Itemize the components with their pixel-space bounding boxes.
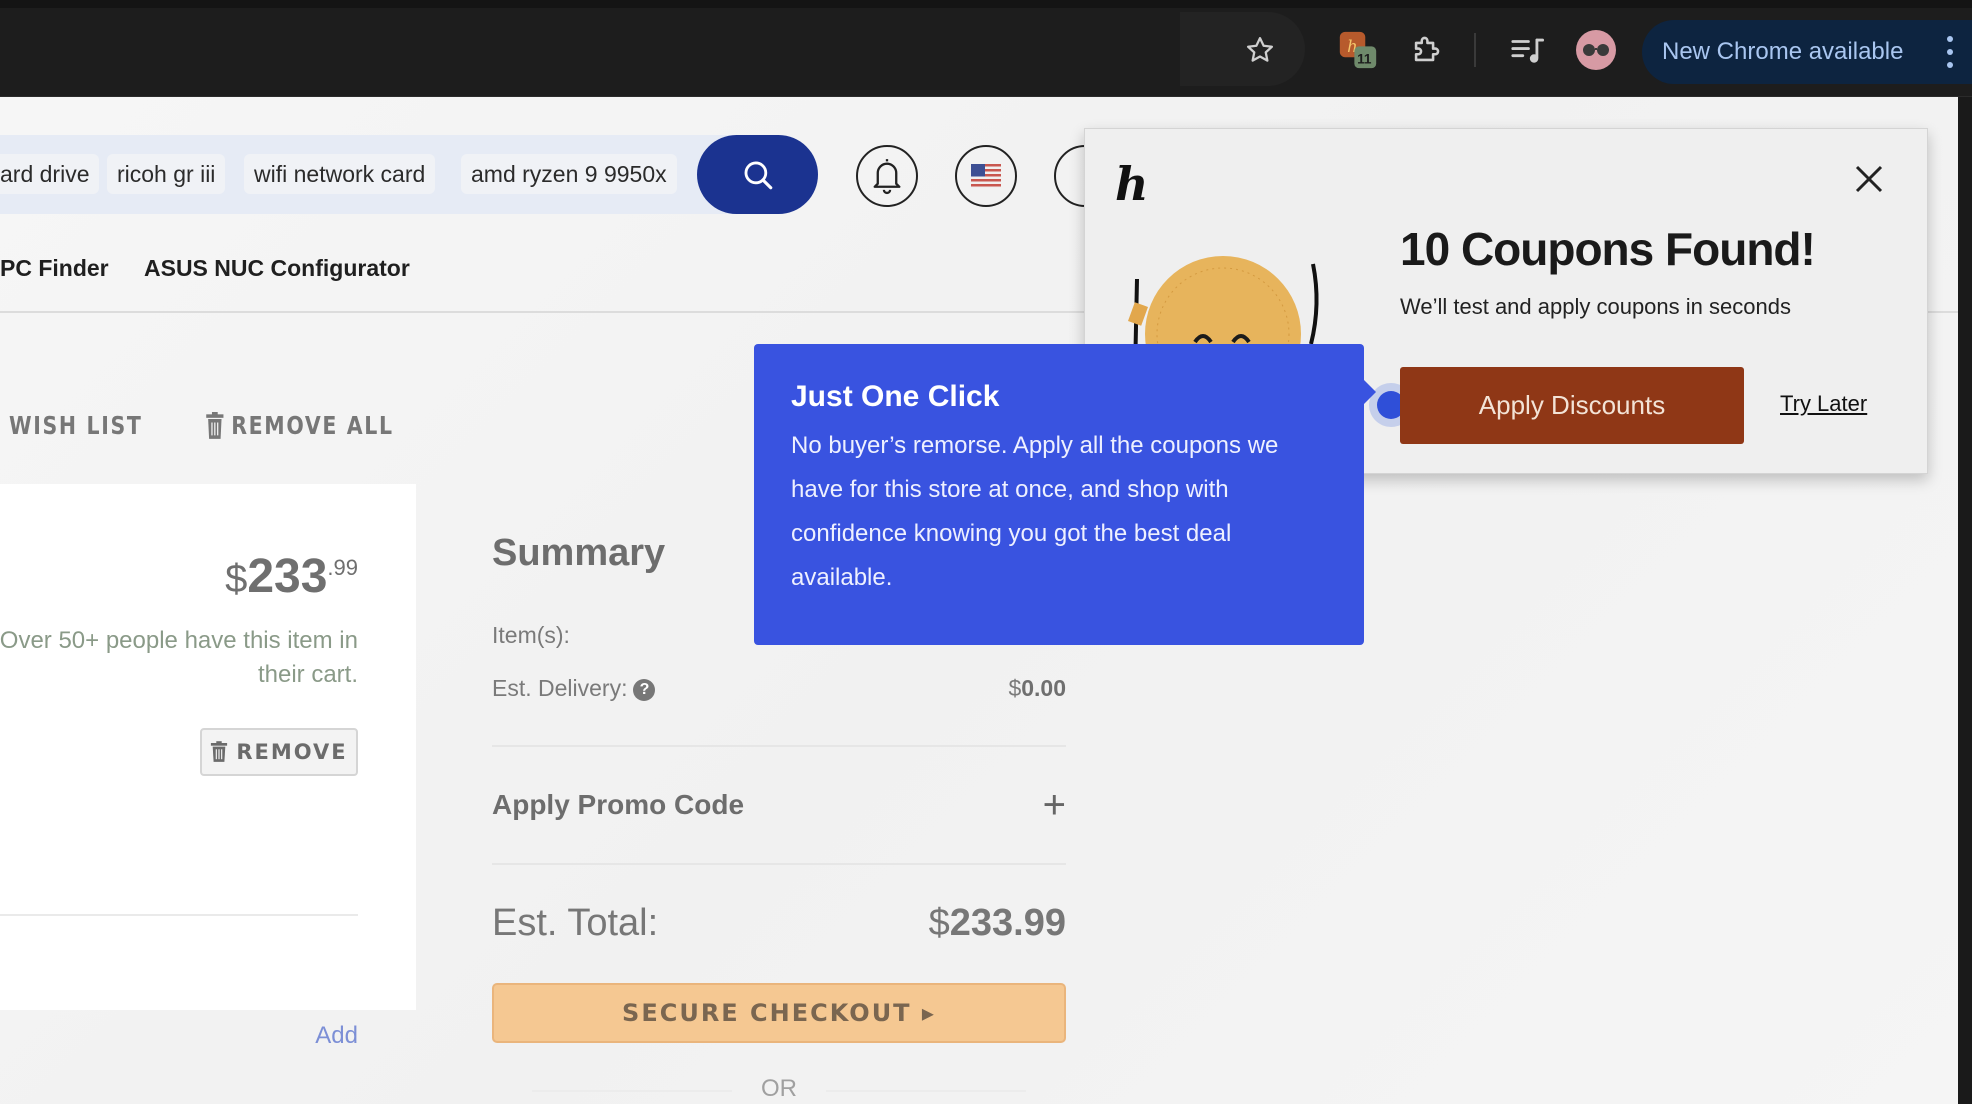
- search-suggestion-chip[interactable]: amd ryzen 9 9950x: [461, 154, 677, 194]
- total-row: Est. Total: $233.99: [492, 902, 1066, 945]
- honey-logo: h: [1115, 157, 1149, 211]
- total-amount: $233.99: [929, 902, 1066, 945]
- total-value: 233.99: [949, 902, 1066, 944]
- remove-label: REMOVE: [236, 740, 348, 764]
- web-page: ard drive ricoh gr iii wifi network card…: [0, 97, 1958, 1104]
- total-label: Est. Total:: [492, 902, 659, 944]
- social-proof-text: Over 50+ people have this item in their …: [0, 627, 358, 688]
- honey-extension-icon[interactable]: h 11: [1338, 30, 1378, 70]
- search-button[interactable]: [697, 135, 818, 214]
- delivery-value: 0.00: [1021, 675, 1066, 701]
- search-suggestion-chip[interactable]: wifi network card: [244, 154, 436, 194]
- remove-all-button[interactable]: REMOVE ALL: [205, 411, 394, 440]
- country-selector-button[interactable]: [955, 145, 1017, 207]
- summary-divider: [492, 863, 1066, 865]
- delivery-currency: $: [1008, 675, 1022, 701]
- secure-checkout-button[interactable]: SECURE CHECKOUT ▸: [492, 983, 1066, 1043]
- extension-badge: 11: [1357, 52, 1372, 67]
- trash-icon: [211, 741, 228, 762]
- search-icon: [744, 161, 772, 189]
- search-suggestion-chip[interactable]: ard drive: [0, 154, 100, 194]
- delivery-label: Est. Delivery:: [492, 675, 628, 701]
- media-control-icon[interactable]: [1507, 30, 1547, 70]
- close-icon[interactable]: [1851, 161, 1887, 197]
- try-later-link[interactable]: Try Later: [1780, 391, 1867, 417]
- browser-toolbar: h 11 New Chrome available: [0, 0, 1972, 97]
- search-suggestion-chip[interactable]: ricoh gr iii: [107, 154, 226, 194]
- coupons-found-subtitle: We’ll test and apply coupons in seconds: [1400, 294, 1791, 319]
- search-bar[interactable]: ard drive ricoh gr iii wifi network card…: [0, 135, 818, 214]
- profile-avatar[interactable]: [1576, 30, 1616, 70]
- remove-item-button[interactable]: REMOVE: [200, 728, 358, 776]
- trash-icon: [206, 411, 224, 439]
- summary-title: Summary: [492, 532, 666, 574]
- add-link[interactable]: Add: [315, 1022, 358, 1050]
- cart-item-card: $ 233 .99 Over 50+ people have this item…: [0, 484, 416, 1049]
- remove-all-label: REMOVE ALL: [231, 411, 394, 440]
- items-label: Item(s):: [492, 622, 570, 648]
- price-currency: $: [225, 557, 248, 601]
- delivery-row: Est. Delivery:? $0.00: [492, 675, 1066, 702]
- summary-divider: [492, 745, 1066, 747]
- new-chrome-available-button[interactable]: New Chrome available: [1642, 20, 1972, 84]
- bookmark-star-icon[interactable]: [1240, 30, 1280, 70]
- total-currency: $: [928, 902, 950, 944]
- toolbar-divider: [1474, 33, 1476, 67]
- promo-label: Apply Promo Code: [492, 789, 745, 820]
- window-edge: [1958, 97, 1972, 1104]
- or-separator: OR: [761, 1075, 797, 1102]
- tab-strip: [0, 0, 1972, 8]
- price-cents: .99: [327, 555, 358, 580]
- nav-link-pc-finder[interactable]: PC Finder: [0, 255, 109, 282]
- coupons-found-title: 10 Coupons Found!: [1400, 223, 1816, 275]
- price-dollars: 233: [247, 550, 328, 603]
- kebab-menu-icon[interactable]: [1946, 36, 1954, 68]
- tooltip-body: No buyer’s remorse. Apply all the coupon…: [791, 432, 1279, 591]
- card-divider: [0, 914, 358, 916]
- wish-list-button[interactable]: WISH LIST: [9, 411, 143, 440]
- bell-icon: [873, 159, 901, 194]
- onboarding-tooltip: Just One Click No buyer’s remorse. Apply…: [754, 344, 1376, 645]
- item-price: $ 233 .99: [225, 549, 358, 604]
- apply-promo-code-toggle[interactable]: Apply Promo Code +: [492, 785, 1066, 825]
- notifications-button[interactable]: [856, 145, 918, 207]
- tooltip-title: Just One Click: [791, 380, 1000, 413]
- extensions-puzzle-icon[interactable]: [1406, 30, 1446, 70]
- update-label: New Chrome available: [1662, 38, 1904, 65]
- apply-discounts-button[interactable]: Apply Discounts: [1400, 367, 1744, 444]
- plus-icon: +: [1042, 783, 1066, 827]
- nav-link-asus-nuc-configurator[interactable]: ASUS NUC Configurator: [144, 255, 410, 282]
- us-flag-icon: [971, 164, 1001, 188]
- help-icon[interactable]: ?: [633, 678, 656, 701]
